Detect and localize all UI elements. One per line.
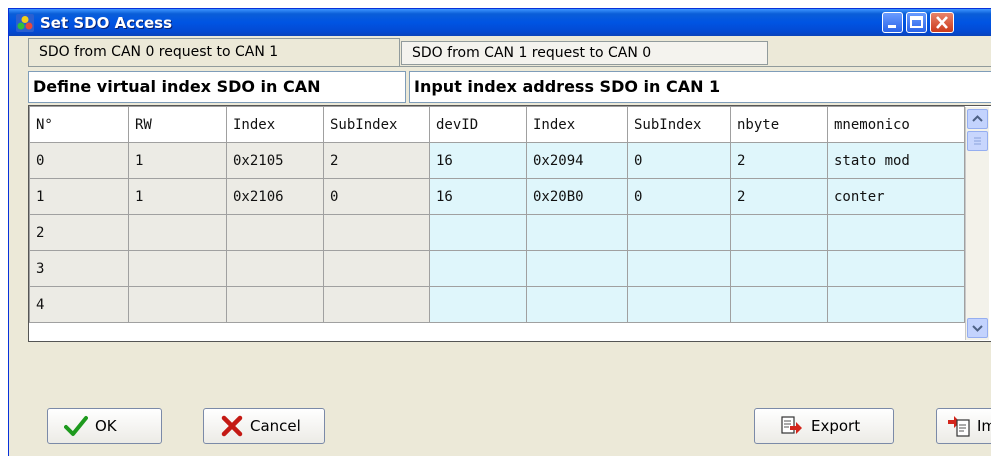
import-button[interactable]: Import xyxy=(936,408,991,444)
table-cell[interactable]: 0x2106 xyxy=(226,178,324,215)
column-header[interactable]: SubIndex xyxy=(627,106,731,143)
set-sdo-access-window: Set SDO Access SDO from CAN 0 request to… xyxy=(8,8,991,456)
table-row: 2 xyxy=(29,214,965,251)
chevron-up-icon xyxy=(972,115,983,122)
table-cell[interactable] xyxy=(323,286,430,323)
table-cell[interactable]: 1 xyxy=(128,142,227,179)
column-header[interactable]: devID xyxy=(429,106,527,143)
table-cell[interactable] xyxy=(429,250,527,287)
table-cell[interactable]: 2 xyxy=(323,142,430,179)
section-header-input-index: Input index address SDO in CAN 1 xyxy=(409,71,991,103)
table-cell[interactable] xyxy=(128,214,227,251)
table-cell[interactable] xyxy=(730,250,828,287)
import-icon xyxy=(948,416,970,437)
table-cell[interactable] xyxy=(526,286,628,323)
table-cell[interactable] xyxy=(526,250,628,287)
ok-label: OK xyxy=(95,417,117,435)
export-icon xyxy=(781,416,802,434)
scroll-down-button[interactable] xyxy=(967,318,988,338)
table-cell[interactable] xyxy=(323,250,430,287)
column-header[interactable]: RW xyxy=(128,106,227,143)
column-header[interactable]: mnemonico xyxy=(827,106,965,143)
scroll-thumb[interactable] xyxy=(967,131,988,151)
column-header[interactable]: Index xyxy=(226,106,324,143)
table-header-row: N° RW Index SubIndex devID Index SubInde… xyxy=(29,106,965,143)
ok-button[interactable]: OK xyxy=(47,408,162,444)
vertical-scrollbar[interactable] xyxy=(965,107,989,340)
tab-panel: Define virtual index SDO in CAN Input in… xyxy=(28,66,991,456)
import-label: Import xyxy=(977,417,991,435)
cancel-button[interactable]: Cancel xyxy=(203,408,325,444)
table-cell[interactable] xyxy=(827,286,965,323)
tab-strip: SDO from CAN 0 request to CAN 1 SDO from… xyxy=(9,36,991,66)
table-cell[interactable]: 1 xyxy=(29,178,129,215)
table-cell[interactable] xyxy=(627,214,731,251)
column-header[interactable]: N° xyxy=(29,106,129,143)
sdo-table: N° RW Index SubIndex devID Index SubInde… xyxy=(29,106,965,323)
column-header[interactable]: SubIndex xyxy=(323,106,430,143)
table-cell[interactable]: stato mod xyxy=(827,142,965,179)
table-cell[interactable]: 0 xyxy=(627,178,731,215)
cancel-label: Cancel xyxy=(250,417,301,435)
table-cell[interactable]: 3 xyxy=(29,250,129,287)
table-cell[interactable] xyxy=(128,250,227,287)
maximize-button[interactable] xyxy=(906,12,927,33)
table-cell[interactable]: 0x20B0 xyxy=(526,178,628,215)
grip-icon xyxy=(974,137,981,145)
table-cell[interactable]: 0 xyxy=(29,142,129,179)
table-cell[interactable] xyxy=(827,214,965,251)
table-cell[interactable]: 0x2094 xyxy=(526,142,628,179)
table-cell[interactable]: 1 xyxy=(128,178,227,215)
checkmark-icon xyxy=(64,416,88,436)
table-cell[interactable] xyxy=(730,286,828,323)
export-label: Export xyxy=(811,417,861,435)
maximize-icon xyxy=(910,16,923,28)
table-cell[interactable] xyxy=(429,286,527,323)
table-cell[interactable] xyxy=(827,250,965,287)
table-cell[interactable]: 0x2105 xyxy=(226,142,324,179)
window-title: Set SDO Access xyxy=(40,14,173,32)
sdo-grid[interactable]: N° RW Index SubIndex devID Index SubInde… xyxy=(28,105,991,342)
table-cell[interactable] xyxy=(526,214,628,251)
table-row: 1 1 0x2106 0 16 0x20B0 0 2 conter xyxy=(29,178,965,215)
table-cell[interactable] xyxy=(128,286,227,323)
table-cell[interactable] xyxy=(429,214,527,251)
minimize-icon xyxy=(888,25,896,28)
tab-can1-to-can0[interactable]: SDO from CAN 1 request to CAN 0 xyxy=(401,41,768,65)
table-cell[interactable]: 2 xyxy=(29,214,129,251)
table-row: 4 xyxy=(29,286,965,323)
table-cell[interactable] xyxy=(226,250,324,287)
table-cell[interactable] xyxy=(226,286,324,323)
table-cell[interactable] xyxy=(226,214,324,251)
section-header-virtual-index: Define virtual index SDO in CAN xyxy=(28,71,406,103)
table-cell[interactable] xyxy=(730,214,828,251)
table-cell[interactable]: 4 xyxy=(29,286,129,323)
cancel-x-icon xyxy=(221,415,243,437)
table-cell[interactable]: 2 xyxy=(730,178,828,215)
table-cell[interactable] xyxy=(627,250,731,287)
title-bar[interactable]: Set SDO Access xyxy=(9,9,991,36)
export-button[interactable]: Export xyxy=(754,408,894,444)
table-cell[interactable]: conter xyxy=(827,178,965,215)
app-icon xyxy=(16,14,34,32)
table-cell[interactable] xyxy=(323,214,430,251)
column-header[interactable]: nbyte xyxy=(730,106,828,143)
close-button[interactable] xyxy=(930,12,954,33)
chevron-down-icon xyxy=(972,325,983,332)
table-cell[interactable]: 16 xyxy=(429,178,527,215)
table-cell[interactable]: 16 xyxy=(429,142,527,179)
tab-can0-to-can1[interactable]: SDO from CAN 0 request to CAN 1 xyxy=(28,38,400,66)
table-cell[interactable] xyxy=(627,286,731,323)
table-cell[interactable]: 0 xyxy=(627,142,731,179)
close-icon xyxy=(936,16,948,29)
table-cell[interactable]: 2 xyxy=(730,142,828,179)
column-header[interactable]: Index xyxy=(526,106,628,143)
table-row: 3 xyxy=(29,250,965,287)
minimize-button[interactable] xyxy=(882,12,903,33)
scroll-up-button[interactable] xyxy=(967,109,988,129)
table-row: 0 1 0x2105 2 16 0x2094 0 2 stato mod xyxy=(29,142,965,179)
table-cell[interactable]: 0 xyxy=(323,178,430,215)
